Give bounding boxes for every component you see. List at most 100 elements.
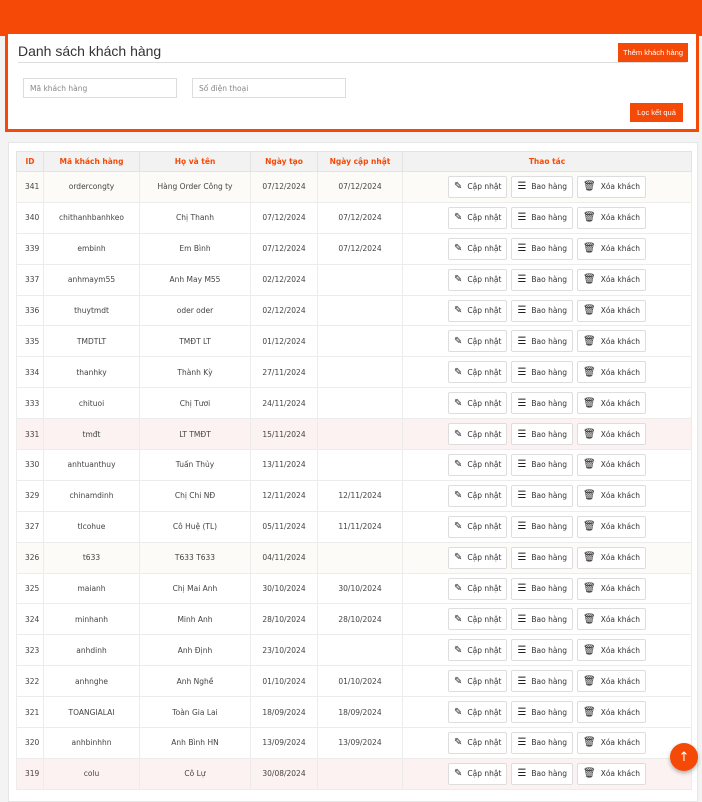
pencil-icon: ✎ — [454, 552, 463, 564]
cell-id: 331 — [16, 418, 44, 451]
filter-button[interactable]: Lọc kết quả — [630, 103, 683, 122]
delete-button[interactable]: 🗑 Xóa khách — [576, 453, 646, 476]
delete-button[interactable]: 🗑 Xóa khách — [576, 546, 646, 569]
customer-code-input[interactable]: Mã khách hàng — [23, 78, 177, 98]
orders-button[interactable]: ☰ Bao hàng — [511, 701, 573, 724]
cell-updated — [317, 449, 403, 481]
orders-button[interactable]: ☰ Bao hàng — [511, 392, 573, 415]
update-button[interactable]: ✎ Cập nhật — [448, 330, 508, 353]
delete-button[interactable]: 🗑 Xóa khách — [576, 423, 646, 446]
update-button[interactable]: ✎ Cập nhật — [448, 237, 508, 260]
orders-label: Bao hàng — [531, 676, 567, 686]
column-created[interactable]: Ngày tạo — [250, 151, 318, 172]
delete-button[interactable]: 🗑 Xóa khách — [576, 577, 646, 600]
list-icon: ☰ — [517, 583, 527, 595]
cell-name: oder oder — [139, 294, 251, 327]
cell-name: Anh Định — [139, 634, 251, 667]
delete-button[interactable]: 🗑 Xóa khách — [576, 762, 646, 785]
orders-button[interactable]: ☰ Bao hàng — [511, 330, 573, 353]
delete-label: Xóa khách — [600, 336, 640, 346]
orders-label: Bao hàng — [531, 336, 567, 346]
update-button[interactable]: ✎ Cập nhật — [448, 453, 508, 476]
orders-button[interactable]: ☰ Bao hàng — [511, 423, 573, 446]
orders-button[interactable]: ☰ Bao hàng — [511, 515, 573, 538]
orders-label: Bao hàng — [531, 367, 567, 377]
cell-code: thuytmdt — [43, 294, 140, 327]
orders-button[interactable]: ☰ Bao hàng — [511, 577, 573, 600]
delete-button[interactable]: 🗑 Xóa khách — [576, 484, 646, 507]
delete-button[interactable]: 🗑 Xóa khách — [576, 731, 646, 754]
delete-button[interactable]: 🗑 Xóa khách — [576, 392, 646, 415]
update-button[interactable]: ✎ Cập nhật — [448, 670, 508, 693]
update-button[interactable]: ✎ Cập nhật — [448, 577, 508, 600]
column-code[interactable]: Mã khách hàng — [43, 151, 140, 172]
delete-button[interactable]: 🗑 Xóa khách — [576, 330, 646, 353]
column-name[interactable]: Họ và tên — [139, 151, 251, 172]
update-button[interactable]: ✎ Cập nhật — [448, 392, 508, 415]
trash-icon: 🗑 — [582, 428, 596, 440]
update-button[interactable]: ✎ Cập nhật — [448, 731, 508, 754]
orders-button[interactable]: ☰ Bao hàng — [511, 237, 573, 260]
update-button[interactable]: ✎ Cập nhật — [448, 206, 508, 229]
orders-button[interactable]: ☰ Bao hàng — [511, 670, 573, 693]
update-button[interactable]: ✎ Cập nhật — [448, 484, 508, 507]
cell-updated — [317, 541, 403, 574]
table-row: 325 maianh Chị Mai Anh 30/10/2024 30/10/… — [16, 572, 692, 605]
table-row: 320 anhbinhhn Anh Bình HN 13/09/2024 13/… — [16, 727, 692, 759]
update-button[interactable]: ✎ Cập nhật — [448, 299, 508, 322]
column-updated[interactable]: Ngày cập nhật — [317, 151, 403, 172]
add-customer-button[interactable]: Thêm khách hàng — [618, 43, 688, 62]
orders-button[interactable]: ☰ Bao hàng — [511, 175, 573, 198]
update-button[interactable]: ✎ Cập nhật — [448, 268, 508, 291]
orders-label: Bao hàng — [531, 738, 567, 748]
delete-button[interactable]: 🗑 Xóa khách — [576, 515, 646, 538]
update-button[interactable]: ✎ Cập nhật — [448, 608, 508, 631]
update-button[interactable]: ✎ Cập nhật — [448, 361, 508, 384]
orders-button[interactable]: ☰ Bao hàng — [511, 762, 573, 785]
orders-button[interactable]: ☰ Bao hàng — [511, 299, 573, 322]
update-button[interactable]: ✎ Cập nhật — [448, 701, 508, 724]
orders-button[interactable]: ☰ Bao hàng — [511, 361, 573, 384]
update-button[interactable]: ✎ Cập nhật — [448, 175, 508, 198]
update-button[interactable]: ✎ Cập nhật — [448, 639, 508, 662]
cell-actions: ✎ Cập nhật ☰ Bao hàng 🗑 Xóa khách — [402, 356, 692, 389]
list-icon: ☰ — [517, 644, 527, 656]
column-id[interactable]: ID — [16, 151, 44, 172]
orders-button[interactable]: ☰ Bao hàng — [511, 268, 573, 291]
orders-label: Bao hàng — [531, 275, 567, 285]
delete-button[interactable]: 🗑 Xóa khách — [576, 299, 646, 322]
delete-button[interactable]: 🗑 Xóa khách — [576, 608, 646, 631]
phone-input[interactable]: Số điện thoại — [192, 78, 346, 98]
delete-button[interactable]: 🗑 Xóa khách — [576, 639, 646, 662]
update-button[interactable]: ✎ Cập nhật — [448, 546, 508, 569]
orders-button[interactable]: ☰ Bao hàng — [511, 639, 573, 662]
orders-button[interactable]: ☰ Bao hàng — [511, 453, 573, 476]
orders-button[interactable]: ☰ Bao hàng — [511, 731, 573, 754]
update-button[interactable]: ✎ Cập nhật — [448, 762, 508, 785]
trash-icon: 🗑 — [582, 613, 596, 625]
cell-created: 15/11/2024 — [250, 418, 318, 451]
orders-button[interactable]: ☰ Bao hàng — [511, 206, 573, 229]
scroll-top-button[interactable]: ↑ — [670, 743, 698, 771]
cell-updated — [317, 757, 403, 790]
delete-label: Xóa khách — [600, 614, 640, 624]
table-row: 321 TOANGIALAI Toàn Gia Lai 18/09/2024 1… — [16, 696, 692, 729]
delete-button[interactable]: 🗑 Xóa khách — [576, 237, 646, 260]
update-label: Cập nhật — [467, 614, 502, 624]
orders-button[interactable]: ☰ Bao hàng — [511, 608, 573, 631]
delete-button[interactable]: 🗑 Xóa khách — [576, 206, 646, 229]
delete-button[interactable]: 🗑 Xóa khách — [576, 268, 646, 291]
delete-button[interactable]: 🗑 Xóa khách — [576, 670, 646, 693]
update-button[interactable]: ✎ Cập nhật — [448, 515, 508, 538]
delete-button[interactable]: 🗑 Xóa khách — [576, 175, 646, 198]
orders-label: Bao hàng — [531, 213, 567, 223]
orders-button[interactable]: ☰ Bao hàng — [511, 546, 573, 569]
delete-button[interactable]: 🗑 Xóa khách — [576, 701, 646, 724]
orders-button[interactable]: ☰ Bao hàng — [511, 484, 573, 507]
update-button[interactable]: ✎ Cập nhật — [448, 423, 508, 446]
cell-actions: ✎ Cập nhật ☰ Bao hàng 🗑 Xóa khách — [402, 325, 692, 358]
delete-button[interactable]: 🗑 Xóa khách — [576, 361, 646, 384]
trash-icon: 🗑 — [582, 212, 596, 224]
cell-id: 325 — [16, 572, 44, 605]
cell-actions: ✎ Cập nhật ☰ Bao hàng 🗑 Xóa khách — [402, 171, 692, 203]
